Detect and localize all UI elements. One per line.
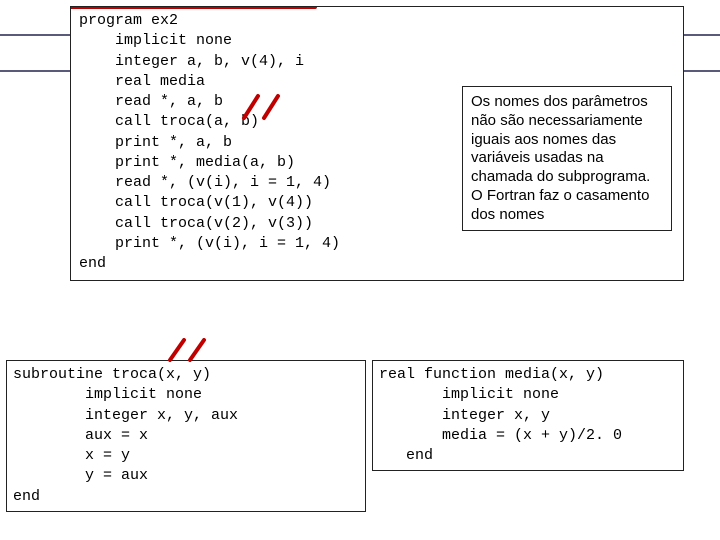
code-line: implicit none xyxy=(79,31,675,51)
explanation-callout: Os nomes dos parâmetros não são necessar… xyxy=(462,86,672,231)
subroutine-box: subroutine troca(x, y) implicit none int… xyxy=(6,360,366,512)
code-line: implicit none xyxy=(379,385,677,405)
arrow-stroke-icon xyxy=(190,340,204,360)
code-line: y = aux xyxy=(13,466,359,486)
code-line: end xyxy=(379,446,677,466)
code-line: real function media(x, y) xyxy=(379,365,677,385)
code-line: integer x, y xyxy=(379,406,677,426)
code-line: program ex2 xyxy=(79,11,675,31)
code-line: subroutine troca(x, y) xyxy=(13,365,359,385)
function-box: real function media(x, y) implicit none … xyxy=(372,360,684,471)
code-line: end xyxy=(79,254,675,274)
code-line: integer x, y, aux xyxy=(13,406,359,426)
code-line: aux = x xyxy=(13,426,359,446)
code-line: end xyxy=(13,487,359,507)
arrow-stroke-icon xyxy=(170,340,184,360)
code-line: print *, (v(i), i = 1, 4) xyxy=(79,234,675,254)
callout-text: Os nomes dos parâmetros não são necessar… xyxy=(471,93,650,223)
code-line: integer a, b, v(4), i xyxy=(79,52,675,72)
code-line: x = y xyxy=(13,446,359,466)
code-line: implicit none xyxy=(13,385,359,405)
code-line: media = (x + y)/2. 0 xyxy=(379,426,677,446)
